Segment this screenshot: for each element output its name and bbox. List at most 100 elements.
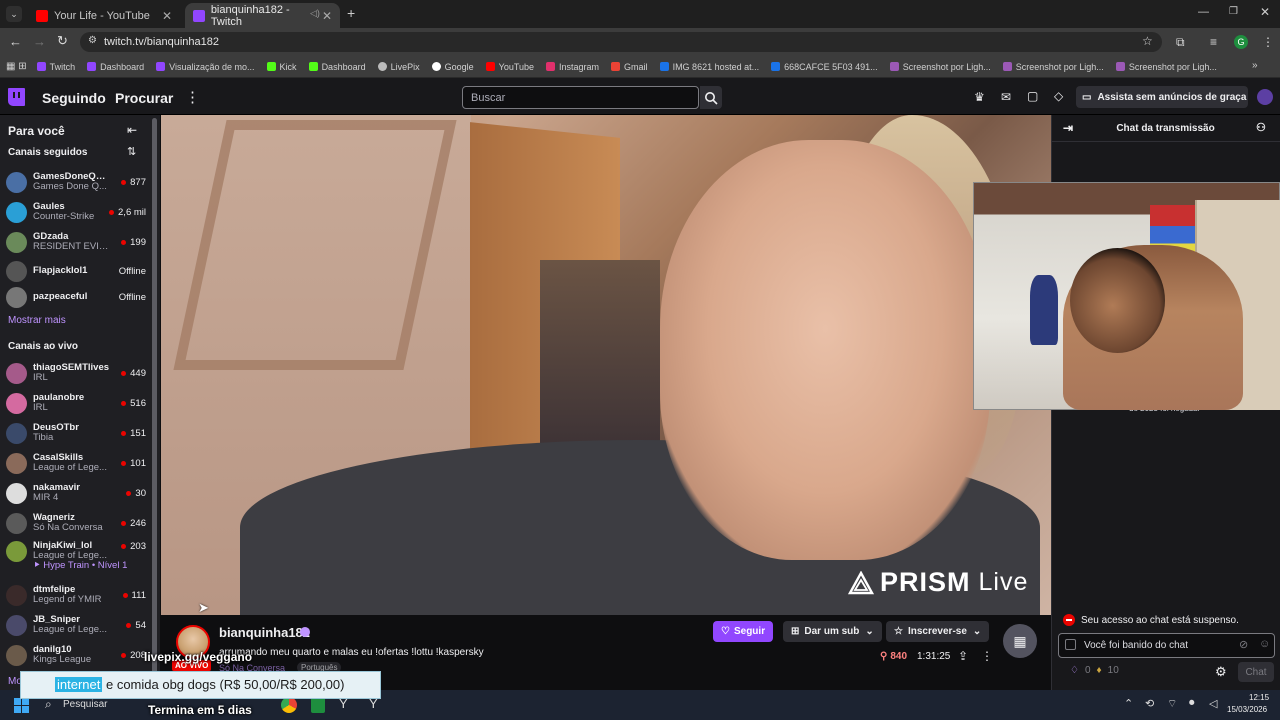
sidebar-channel[interactable]: danilg10 Kings League 208 (6, 640, 146, 670)
ban-icon (1063, 614, 1075, 626)
avatar (6, 171, 27, 193)
star-icon: ☆ (894, 626, 903, 637)
sidebar-channel[interactable]: dtmfelipe Legend of YMIR 111 (6, 580, 146, 610)
close-tab-icon[interactable]: ✕ (162, 9, 172, 23)
bookmark-star-icon[interactable]: ☆ (1142, 34, 1153, 48)
bookmark-item[interactable]: Twitch (36, 62, 75, 72)
chrome-taskbar-icon[interactable] (281, 697, 297, 713)
community-icon[interactable]: ⚇ (1256, 121, 1266, 134)
clock-date[interactable]: 15/03/2026 (1227, 705, 1267, 714)
bookmark-item[interactable]: 668CAFCE 5F03 491... (771, 62, 878, 72)
tab-list-menu-icon[interactable]: ⌄ (6, 6, 22, 22)
tab-youtube[interactable]: Your Life - YouTube ✕ (28, 3, 180, 28)
forward-icon[interactable]: → (33, 34, 46, 49)
channel-name[interactable]: bianquinha182 (219, 625, 310, 640)
nav-following[interactable]: Seguindo (42, 90, 106, 106)
volume-icon[interactable]: ◁ (1209, 697, 1217, 710)
mouse-cursor: ➤ (198, 600, 209, 615)
windows-start-icon[interactable] (14, 698, 29, 713)
bookmark-item[interactable]: Screenshot por Ligh... (889, 62, 991, 72)
collapse-chat-icon[interactable]: ⇥ (1063, 121, 1073, 135)
inbox-icon[interactable]: ✉ (1001, 90, 1011, 104)
bookmark-item[interactable]: IMG 8621 hosted at... (659, 62, 759, 72)
minimize-button[interactable]: — (1198, 6, 1209, 18)
extensions-icon[interactable]: ⧉ (1176, 35, 1185, 50)
sidebar-title: Para você (8, 124, 65, 138)
sidebar-channel[interactable]: GamesDoneQui... Games Done Q... 877 (6, 167, 146, 197)
nav-browse[interactable]: Procurar (115, 90, 173, 106)
bookmark-item[interactable]: Instagram (546, 62, 599, 72)
clock-time[interactable]: 12:15 (1249, 693, 1269, 702)
ad-free-button[interactable]: ▭ Assista sem anúncios de graça (1076, 86, 1248, 108)
bookmark-item[interactable]: Screenshot por Ligh... (1115, 62, 1217, 72)
image-host-icon (771, 62, 781, 71)
profile-avatar[interactable]: G (1234, 35, 1248, 49)
sidebar-channel[interactable]: NinjaKiwi_lol League of Lege... ⯈ Hype Tr… (6, 538, 146, 578)
bookmark-item[interactable]: Google (431, 62, 474, 72)
collapse-sidebar-icon[interactable]: ⇤ (127, 123, 137, 137)
sidebar-channel[interactable]: JB_Sniper League of Lege... 54 (6, 610, 146, 640)
browser-menu-icon[interactable]: ⋮ (1262, 35, 1274, 49)
whispers-icon[interactable]: ▢ (1027, 89, 1038, 103)
sort-icon[interactable]: ⇅ (127, 145, 136, 158)
sidebar-channel[interactable]: Gaules Counter-Strike 2,6 mil (6, 197, 146, 227)
channel-points[interactable]: ♢ 0 ♦ 10 (1070, 665, 1119, 676)
close-window-button[interactable]: ✕ (1260, 5, 1270, 19)
site-info-icon[interactable]: ⚙ (88, 35, 97, 46)
apps-icon[interactable]: ▦ ⊞ (6, 61, 27, 72)
bookmark-item[interactable]: YouTube (485, 62, 534, 72)
show-more-link[interactable]: Mostrar mais (8, 315, 66, 326)
sidebar-channel[interactable]: CasalSkills League of Lege... 101 (6, 448, 146, 478)
bookmark-item[interactable]: Dashboard (308, 62, 366, 72)
back-icon[interactable]: ← (9, 34, 22, 49)
emote-picker-icon[interactable]: ☺ (1259, 638, 1270, 650)
chat-settings-icon[interactable]: ⚙ (1215, 664, 1227, 680)
bookmark-item[interactable]: Gmail (611, 62, 648, 72)
bookmark-item[interactable]: Screenshot por Ligh... (1002, 62, 1104, 72)
wifi-icon[interactable]: ⌔ (1167, 697, 1177, 711)
bookmark-item[interactable]: Visualização de mo... (156, 62, 255, 72)
tab-twitch[interactable]: bianquinha182 - Twitch ◁) ✕ (185, 3, 340, 28)
address-bar[interactable]: ⚙ twitch.tv/bianquinha182 ☆ (80, 32, 1162, 52)
sidebar-channel[interactable]: GDzada RESIDENT EVIL... 199 (6, 227, 146, 257)
bookmark-item[interactable]: Dashboard (87, 62, 144, 72)
subscribe-button[interactable]: ☆ Inscrever-se ⌄ (886, 621, 990, 642)
sidebar-channel[interactable]: thiagoSEMTlives IRL 449 (6, 358, 146, 388)
chat-input[interactable]: Você foi banido do chat ⊘ ☺ (1058, 633, 1275, 658)
bits-icon[interactable]: ◇ (1054, 89, 1063, 103)
no-emote-icon[interactable]: ⊘ (1239, 638, 1248, 651)
sidebar-channel[interactable]: nakamavir MIR 4 30 (6, 478, 146, 508)
bookmark-item[interactable]: Kick (266, 62, 297, 72)
bookmark-item[interactable]: LivePix (377, 62, 420, 72)
taskbar-search-icon[interactable]: ⌕ (45, 697, 52, 712)
taskbar-app-icon[interactable] (311, 697, 325, 713)
sidebar-channel[interactable]: paulanobre IRL 516 (6, 388, 146, 418)
search-input[interactable]: Buscar (462, 86, 699, 109)
follow-button[interactable]: ♡ Seguir (713, 621, 774, 642)
sidebar-scrollbar[interactable] (152, 118, 157, 678)
more-options-icon[interactable]: ⋮ (981, 649, 993, 663)
crown-icon[interactable]: ♛ (974, 90, 985, 104)
sidebar-channel[interactable]: Wagneriz Só Na Conversa 246 (6, 508, 146, 538)
media-control-icon[interactable]: ≡ (1210, 35, 1217, 49)
mute-icon[interactable]: ◁) (310, 8, 320, 19)
more-menu-icon[interactable]: ⋮ (185, 88, 200, 106)
bookmarks-overflow-icon[interactable]: » (1252, 60, 1258, 71)
close-tab-icon[interactable]: ✕ (322, 9, 332, 23)
tray-app-icon[interactable]: ⟲ (1145, 697, 1154, 710)
new-tab-button[interactable]: + (347, 5, 355, 21)
sidebar-channel[interactable]: pazpeaceful Offline (6, 282, 146, 312)
reload-icon[interactable]: ↻ (57, 33, 68, 49)
microphone-icon[interactable]: ⏺ (1189, 697, 1195, 710)
sidebar-channel[interactable]: DeusOTbr Tibia 151 (6, 418, 146, 448)
tray-overflow-icon[interactable]: ⌃ (1124, 697, 1133, 710)
search-button[interactable] (700, 86, 722, 109)
gift-sub-button[interactable]: ⊞ Dar um sub ⌄ (783, 621, 882, 642)
twitch-logo-icon[interactable] (8, 88, 25, 106)
taskbar-search-box[interactable]: Pesquisar (63, 699, 107, 710)
chat-send-button[interactable]: Chat (1238, 662, 1274, 682)
restore-button[interactable]: ❐ (1229, 6, 1238, 17)
sponsor-badge[interactable]: ▦ (1003, 624, 1037, 658)
user-avatar[interactable] (1257, 89, 1273, 105)
share-icon[interactable]: ⇪ (958, 649, 968, 663)
